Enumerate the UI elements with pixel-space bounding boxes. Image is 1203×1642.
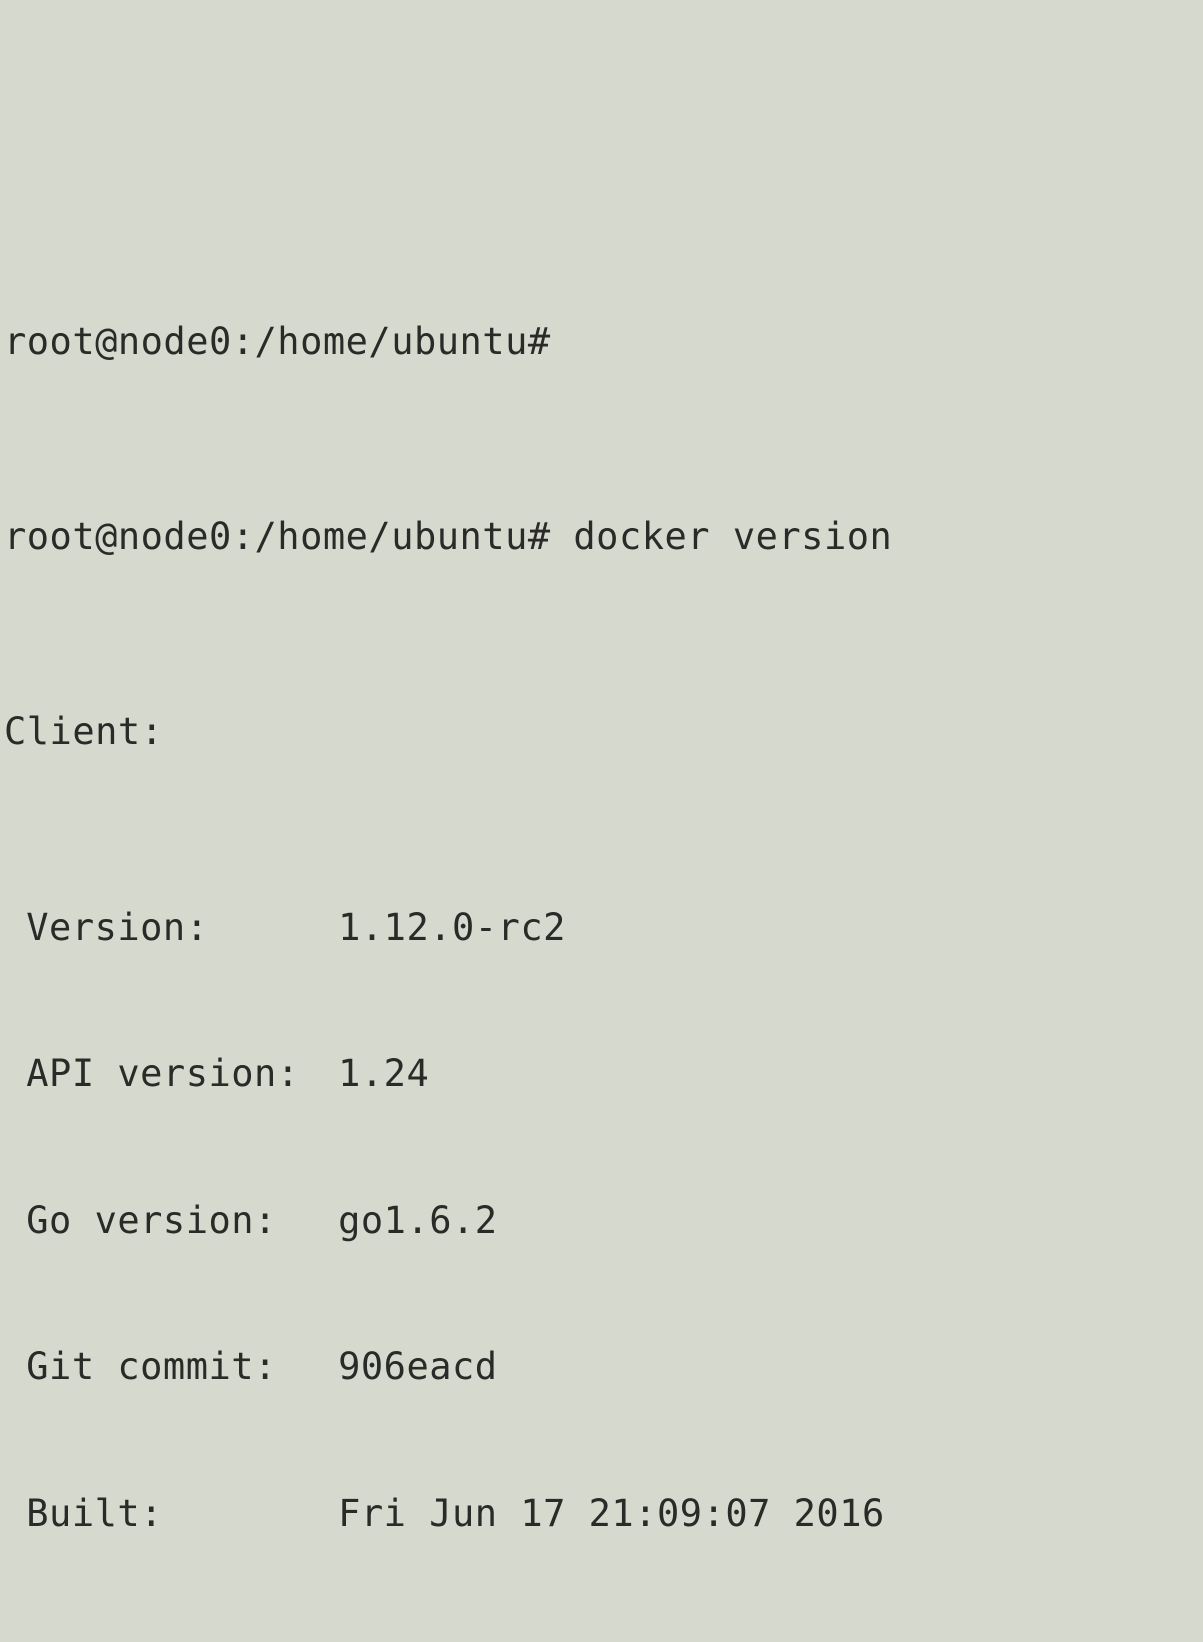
client-version-label: Version: <box>4 904 338 953</box>
client-built-label: Built: <box>4 1490 338 1539</box>
client-api-version-label: API version: <box>4 1050 338 1099</box>
client-built-row: Built:Fri Jun 17 21:09:07 2016 <box>4 1490 1199 1539</box>
client-os-arch-row: OS/Arch:linux/amd64 <box>4 1636 1199 1642</box>
typed-command: docker version <box>573 513 892 562</box>
shell-prompt: root@node0:/home/ubuntu# <box>4 513 551 562</box>
client-api-version-value: 1.24 <box>338 1050 429 1099</box>
terminal-output[interactable]: root@node0:/home/ubuntu# root@node0:/hom… <box>0 195 1203 1642</box>
client-go-version-row: Go version:go1.6.2 <box>4 1197 1199 1246</box>
client-git-commit-row: Git commit:906eacd <box>4 1343 1199 1392</box>
previous-prompt: root@node0:/home/ubuntu# <box>4 320 551 363</box>
client-os-arch-value: linux/amd64 <box>338 1636 589 1642</box>
command-line: root@node0:/home/ubuntu# docker version <box>4 513 1199 562</box>
client-api-version-row: API version:1.24 <box>4 1050 1199 1099</box>
client-section-header: Client: <box>4 708 1199 757</box>
client-go-version-label: Go version: <box>4 1197 338 1246</box>
previous-prompt-line: root@node0:/home/ubuntu# <box>4 318 1199 367</box>
client-go-version-value: go1.6.2 <box>338 1197 497 1246</box>
client-version-value: 1.12.0-rc2 <box>338 904 566 953</box>
client-git-commit-value: 906eacd <box>338 1343 497 1392</box>
client-version-row: Version:1.12.0-rc2 <box>4 904 1199 953</box>
client-git-commit-label: Git commit: <box>4 1343 338 1392</box>
client-built-value: Fri Jun 17 21:09:07 2016 <box>338 1490 885 1539</box>
client-os-arch-label: OS/Arch: <box>4 1636 338 1642</box>
